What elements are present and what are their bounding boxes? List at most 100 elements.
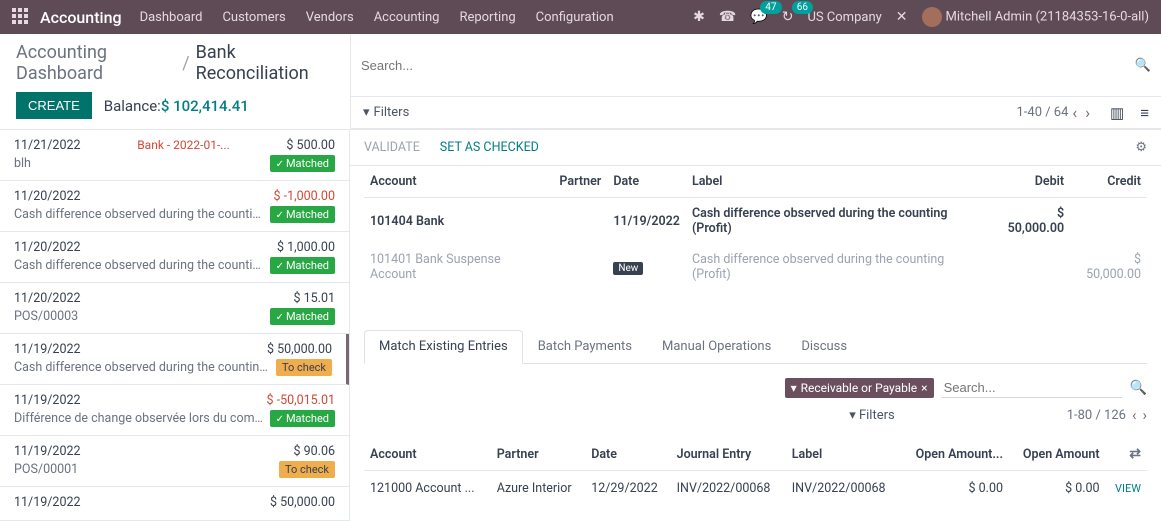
stmt-date: 11/20/2022 xyxy=(14,240,81,255)
tab-match[interactable]: Match Existing Entries xyxy=(364,330,523,364)
entry-row[interactable]: 121000 Account ...Azure Interior12/29/20… xyxy=(364,471,1147,507)
topbar-right: ✱ ☎ 💬47 ↻66 US Company ✕ Mitchell Admin … xyxy=(693,7,1149,27)
col-credit: Credit xyxy=(1070,166,1147,198)
activities-icon[interactable]: ↻66 xyxy=(782,9,794,25)
menu-accounting[interactable]: Accounting xyxy=(374,10,440,25)
search-input[interactable] xyxy=(361,58,1135,73)
stmt-amount: $ -50,015.01 xyxy=(266,393,335,408)
statement-row[interactable]: 11/20/2022$ 1,000.00Cash difference obse… xyxy=(0,232,349,283)
col-partner: Partner xyxy=(553,166,607,198)
view-button[interactable]: VIEW xyxy=(1115,482,1141,495)
breadcrumb-parent[interactable]: Accounting Dashboard xyxy=(16,42,176,84)
statement-row[interactable]: 11/19/2022$ 50,000.00Cash difference obs… xyxy=(0,334,349,385)
menu-vendors[interactable]: Vendors xyxy=(306,10,354,25)
chip-remove-icon[interactable]: × xyxy=(921,381,927,395)
user-menu[interactable]: Mitchell Admin (21184353-16-0-all) xyxy=(922,7,1149,27)
filters-button[interactable]: Filters xyxy=(374,105,410,120)
ecol-date: Date xyxy=(585,438,670,471)
col-date: Date xyxy=(607,166,686,198)
validate-button[interactable]: VALIDATE xyxy=(364,140,420,155)
statement-row[interactable]: 11/19/2022$ 50,000.00 xyxy=(0,487,349,521)
ledger-row[interactable]: 101401 Bank Suspense AccountNewCash diff… xyxy=(364,244,1147,290)
cell-partner xyxy=(553,198,607,245)
set-checked-button[interactable]: SET AS CHECKED xyxy=(440,140,539,155)
statement-row[interactable]: 11/19/2022$ 90.06POS/00001To check xyxy=(0,436,349,487)
tab-discuss[interactable]: Discuss xyxy=(786,330,862,363)
stmt-date: 11/20/2022 xyxy=(14,291,81,306)
ecol-label: Label xyxy=(786,438,901,471)
status-badge: Matched xyxy=(270,206,335,223)
menu-reporting[interactable]: Reporting xyxy=(459,10,515,25)
inner-filters-button[interactable]: ▾ Filters xyxy=(849,408,895,423)
menu-dashboard[interactable]: Dashboard xyxy=(140,10,203,25)
tab-manual[interactable]: Manual Operations xyxy=(647,330,786,363)
messages-badge: 47 xyxy=(760,1,781,14)
stmt-desc: blh xyxy=(14,156,264,171)
brand[interactable]: Accounting xyxy=(40,8,122,27)
tools-icon[interactable]: ✕ xyxy=(896,9,908,25)
status-badge: Matched xyxy=(270,155,335,172)
stmt-amount: $ 50,000.00 xyxy=(267,342,332,357)
statement-row[interactable]: 11/20/2022$ -1,000.00Cash difference obs… xyxy=(0,181,349,232)
inner-search: ▾Receivable or Payable× 🔍 ▾ Filters 1-80… xyxy=(364,378,1147,424)
statement-row[interactable]: 11/19/2022$ -50,015.01Différence de chan… xyxy=(0,385,349,436)
ledger-row[interactable]: 101404 Bank11/19/2022Cash difference obs… xyxy=(364,198,1147,245)
balance-label: Balance: xyxy=(104,97,161,115)
ecell-account: 121000 Account ... xyxy=(364,471,491,507)
next-page-icon[interactable]: › xyxy=(1085,103,1090,122)
settings-icon[interactable]: ⇄ xyxy=(1129,446,1141,462)
cell-account: 101404 Bank xyxy=(364,198,553,245)
gear-icon[interactable]: ⚙ xyxy=(1135,140,1147,155)
funnel-icon: ▾ xyxy=(849,408,859,423)
stmt-desc: Différence de change observée lors du co… xyxy=(14,411,264,426)
statement-row[interactable]: 11/21/2022Bank - 2022-01-...$ 500.00blhM… xyxy=(0,130,349,181)
filter-chip[interactable]: ▾Receivable or Payable× xyxy=(785,378,934,398)
ecol-open: Open Amount xyxy=(1009,438,1106,471)
ecell-label: INV/2022/00068 xyxy=(786,471,901,507)
bug-icon[interactable]: ✱ xyxy=(693,9,705,25)
ecell-open: $ 0.00 xyxy=(1009,471,1106,507)
col-label: Label xyxy=(686,166,992,198)
create-button[interactable]: CREATE xyxy=(16,92,92,119)
balance-value: $ 102,414.41 xyxy=(161,97,249,115)
stmt-desc: POS/00003 xyxy=(14,309,264,324)
prev-page-icon[interactable]: ‹ xyxy=(1072,103,1077,122)
ecell-date: 12/29/2022 xyxy=(585,471,670,507)
action-row: VALIDATE SET AS CHECKED ⚙ xyxy=(350,130,1161,166)
ecell-partner: Azure Interior xyxy=(491,471,585,507)
stmt-amount: $ -1,000.00 xyxy=(274,189,336,204)
company-switcher[interactable]: US Company xyxy=(807,10,881,25)
ecol-account: Account xyxy=(364,438,491,471)
cell-date: 11/19/2022 xyxy=(607,198,686,245)
inner-next-icon[interactable]: › xyxy=(1142,406,1147,424)
status-badge: To check xyxy=(276,359,332,376)
new-badge: New xyxy=(613,262,643,275)
ecol-partner: Partner xyxy=(491,438,585,471)
pager-range[interactable]: 1-40 / 64 xyxy=(1016,105,1068,120)
ledger-table: Account Partner Date Label Debit Credit … xyxy=(350,166,1161,290)
main: 11/21/2022Bank - 2022-01-...$ 500.00blhM… xyxy=(0,129,1161,521)
list-view-icon[interactable]: ≡ xyxy=(1140,104,1149,122)
filter-icon[interactable]: ▾ xyxy=(363,105,370,120)
tab-batch[interactable]: Batch Payments xyxy=(523,330,647,363)
support-icon[interactable]: ☎ xyxy=(719,9,736,25)
inner-search-input[interactable] xyxy=(942,378,1122,398)
apps-icon[interactable] xyxy=(12,8,30,26)
search-icon[interactable]: 🔍 xyxy=(1135,58,1151,73)
menu-customers[interactable]: Customers xyxy=(222,10,285,25)
messages-icon[interactable]: 💬47 xyxy=(750,9,767,25)
subbar: CREATE Balance: $ 102,414.41 xyxy=(0,88,350,129)
status-badge: Matched xyxy=(270,257,335,274)
menu-configuration[interactable]: Configuration xyxy=(536,10,614,25)
ecol-journal: Journal Entry xyxy=(671,438,786,471)
stmt-desc: Cash difference observed during the coun… xyxy=(14,207,264,222)
statement-row[interactable]: 11/20/2022$ 15.01POS/00003Matched xyxy=(0,283,349,334)
stmt-date: 11/21/2022 xyxy=(14,138,81,153)
inner-prev-icon[interactable]: ‹ xyxy=(1132,406,1137,424)
ecol-settings[interactable]: ⇄ xyxy=(1106,438,1147,471)
activities-badge: 66 xyxy=(792,1,813,14)
kanban-view-icon[interactable]: ▥ xyxy=(1110,104,1124,122)
inner-search-icon[interactable]: 🔍 xyxy=(1130,380,1147,396)
stmt-desc: POS/00001 xyxy=(14,462,273,477)
inner-pager-range[interactable]: 1-80 / 126 xyxy=(1067,408,1126,423)
